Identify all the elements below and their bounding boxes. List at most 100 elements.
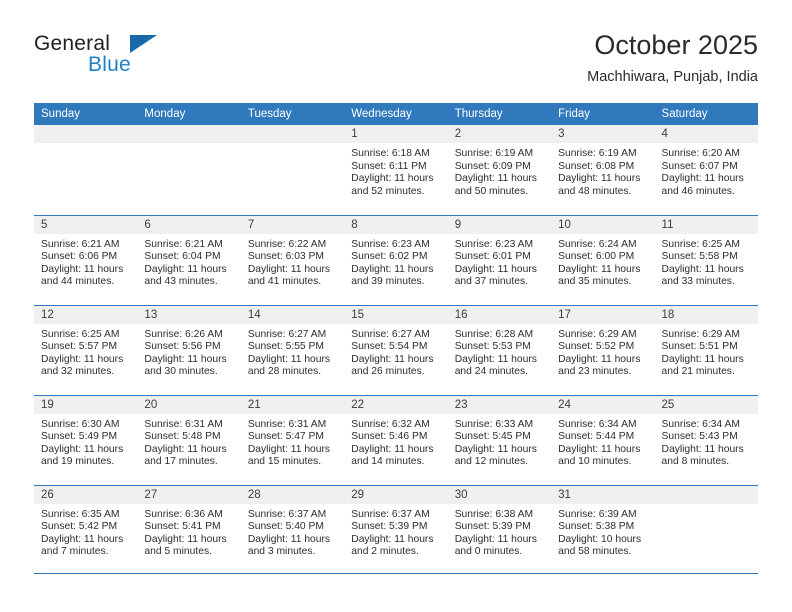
day-details: Sunrise: 6:22 AM Sunset: 6:03 PM Daylight:… [241,234,344,289]
day-cell [240,125,345,214]
day-number: 25 [654,395,758,414]
calendar-cell-day[interactable]: 11 Sunrise: 6:25 AM Sunset: 5:58 PM Dayligh… [654,214,758,305]
calendar-cell-day[interactable]: 6 Sunrise: 6:21 AM Sunset: 6:04 PM Daylight… [137,214,241,305]
daylight-text-line1: Daylight: 11 hours [247,263,331,275]
triangle-icon [130,35,157,53]
calendar-cell-day[interactable]: 17 Sunrise: 6:29 AM Sunset: 5:52 PM Dayligh… [551,304,655,395]
day-details: Sunrise: 6:29 AM Sunset: 5:51 PM Daylight:… [655,324,758,379]
day-details: Sunrise: 6:31 AM Sunset: 5:48 PM Daylight:… [137,414,240,469]
weekday-header-thursday: Thursday [447,103,552,125]
day-cell: 7 Sunrise: 6:22 AM Sunset: 6:03 PM Daylight… [240,215,345,305]
sunset-text: Sunset: 6:09 PM [454,160,531,172]
day-cell: 29 Sunrise: 6:37 AM Sunset: 5:39 PM Dayligh… [344,485,448,575]
calendar-cell-day[interactable]: 29 Sunrise: 6:37 AM Sunset: 5:39 PM Dayligh… [344,484,448,575]
sunrise-text: Sunrise: 6:25 AM [41,328,120,340]
daylight-text-line1: Daylight: 11 hours [558,263,641,275]
day-cell: 17 Sunrise: 6:29 AM Sunset: 5:52 PM Dayligh… [551,305,655,395]
daylight-text-line1: Daylight: 11 hours [247,353,331,365]
page-title: October 2025 [594,30,758,60]
daylight-text-line1: Daylight: 11 hours [351,173,434,185]
calendar-cell-day[interactable]: 8 Sunrise: 6:23 AM Sunset: 6:02 PM Daylight… [344,214,448,305]
sunrise-text: Sunrise: 6:23 AM [454,238,534,250]
day-number: 20 [137,395,241,414]
day-number: 2 [447,125,552,143]
day-details: Sunrise: 6:24 AM Sunset: 6:00 PM Daylight:… [551,234,654,289]
day-cell [654,485,758,575]
calendar-cell-day[interactable]: 21 Sunrise: 6:31 AM Sunset: 5:47 PM Dayligh… [240,394,345,485]
calendar-cell-day[interactable]: 12 Sunrise: 6:25 AM Sunset: 5:57 PM Dayligh… [34,304,138,395]
calendar-cell-day[interactable]: 7 Sunrise: 6:22 AM Sunset: 6:03 PM Daylight… [240,214,345,305]
brand-logo[interactable]: General Blue [34,32,234,84]
daylight-text-line2: and 14 minutes. [351,456,425,468]
sunrise-text: Sunrise: 6:24 AM [558,238,637,250]
daylight-text-line2: and 17 minutes. [144,456,218,468]
calendar-cell-day[interactable]: 28 Sunrise: 6:37 AM Sunset: 5:40 PM Dayligh… [240,484,345,575]
sunrise-text: Sunrise: 6:20 AM [661,148,740,159]
day-number: 24 [551,395,655,414]
day-cell: 3 Sunrise: 6:19 AM Sunset: 6:08 PM Daylight… [551,125,655,214]
sunrise-text: Sunrise: 6:34 AM [661,418,740,430]
daylight-text-line1: Daylight: 11 hours [454,173,537,185]
day-details: Sunrise: 6:25 AM Sunset: 5:57 PM Daylight:… [34,324,137,379]
sunrise-text: Sunrise: 6:27 AM [351,328,430,340]
calendar-cell-day[interactable]: 20 Sunrise: 6:31 AM Sunset: 5:48 PM Dayligh… [137,394,241,485]
calendar-cell-day[interactable]: 26 Sunrise: 6:35 AM Sunset: 5:42 PM Dayligh… [34,484,138,575]
calendar-cell-day[interactable]: 13 Sunrise: 6:26 AM Sunset: 5:56 PM Dayligh… [137,304,241,395]
daylight-text-line2: and 5 minutes. [144,546,212,558]
sunrise-text: Sunrise: 6:38 AM [454,508,534,520]
day-number: 28 [240,485,345,504]
day-cell: 26 Sunrise: 6:35 AM Sunset: 5:42 PM Dayligh… [34,485,138,575]
day-number: 15 [344,305,448,324]
calendar-cell-day[interactable]: 10 Sunrise: 6:24 AM Sunset: 6:00 PM Dayligh… [551,214,655,305]
calendar-page: General Blue October 2025 Machhiwara, Pu… [0,0,792,612]
calendar-cell-day[interactable]: 31 Sunrise: 6:39 AM Sunset: 5:38 PM Dayligh… [551,484,655,575]
day-number: 26 [34,485,138,504]
calendar-week-row: 5 Sunrise: 6:21 AM Sunset: 6:06 PM Daylight… [34,214,758,305]
calendar-cell-day[interactable]: 18 Sunrise: 6:29 AM Sunset: 5:51 PM Dayligh… [654,304,758,395]
calendar-cell-day[interactable]: 5 Sunrise: 6:21 AM Sunset: 6:06 PM Daylight… [34,214,138,305]
calendar-week-row: 1 Sunrise: 6:18 AM Sunset: 6:11 PM Daylight… [34,125,758,215]
day-number: 16 [447,305,552,324]
day-details: Sunrise: 6:28 AM Sunset: 5:53 PM Daylight:… [448,324,551,379]
calendar-cell-day[interactable]: 1 Sunrise: 6:18 AM Sunset: 6:11 PM Daylight… [344,125,448,215]
daylight-text-line2: and 44 minutes. [41,276,115,288]
calendar-cell-day[interactable]: 23 Sunrise: 6:33 AM Sunset: 5:45 PM Dayligh… [447,394,552,485]
daylight-text-line2: and 0 minutes. [454,546,523,558]
day-cell: 22 Sunrise: 6:32 AM Sunset: 5:46 PM Dayligh… [344,395,448,485]
daylight-text-line1: Daylight: 11 hours [351,533,434,545]
calendar-cell-day[interactable]: 15 Sunrise: 6:27 AM Sunset: 5:54 PM Dayligh… [344,304,448,395]
daylight-text-line2: and 15 minutes. [247,456,322,468]
calendar-cell-day[interactable]: 9 Sunrise: 6:23 AM Sunset: 6:01 PM Daylight… [447,214,552,305]
daylight-text-line1: Daylight: 11 hours [351,443,434,455]
day-details: Sunrise: 6:19 AM Sunset: 6:08 PM Daylight:… [551,143,654,198]
calendar-cell-day[interactable]: 4 Sunrise: 6:20 AM Sunset: 6:07 PM Daylight… [654,125,758,215]
calendar-cell-day[interactable]: 14 Sunrise: 6:27 AM Sunset: 5:55 PM Dayligh… [240,304,345,395]
calendar-cell-day[interactable]: 19 Sunrise: 6:30 AM Sunset: 5:49 PM Dayligh… [34,394,138,485]
calendar-cell-day[interactable]: 30 Sunrise: 6:38 AM Sunset: 5:39 PM Dayligh… [447,484,552,575]
calendar-cell-empty [240,125,345,215]
calendar-cell-day[interactable]: 24 Sunrise: 6:34 AM Sunset: 5:44 PM Dayligh… [551,394,655,485]
sunrise-text: Sunrise: 6:36 AM [144,508,223,520]
day-cell: 16 Sunrise: 6:28 AM Sunset: 5:53 PM Dayligh… [447,305,552,395]
table-bottom-rule [34,573,758,574]
day-cell: 30 Sunrise: 6:38 AM Sunset: 5:39 PM Dayligh… [447,485,552,575]
day-cell: 10 Sunrise: 6:24 AM Sunset: 6:00 PM Dayligh… [551,215,655,305]
calendar-cell-day[interactable]: 22 Sunrise: 6:32 AM Sunset: 5:46 PM Dayligh… [344,394,448,485]
daylight-text-line1: Daylight: 11 hours [454,263,537,275]
calendar-cell-empty [34,125,138,215]
sunset-text: Sunset: 5:45 PM [454,431,531,443]
day-details: Sunrise: 6:23 AM Sunset: 6:02 PM Daylight:… [344,234,447,289]
calendar-cell-day[interactable]: 2 Sunrise: 6:19 AM Sunset: 6:09 PM Daylight… [447,125,552,215]
day-cell [137,125,241,214]
sunrise-text: Sunrise: 6:28 AM [454,328,534,340]
sunset-text: Sunset: 5:51 PM [661,341,738,353]
daylight-text-line2: and 37 minutes. [454,276,528,288]
calendar-cell-day[interactable]: 25 Sunrise: 6:34 AM Sunset: 5:43 PM Dayligh… [654,394,758,485]
day-cell: 9 Sunrise: 6:23 AM Sunset: 6:01 PM Daylight… [447,215,552,305]
calendar-cell-day[interactable]: 27 Sunrise: 6:36 AM Sunset: 5:41 PM Dayligh… [137,484,241,575]
sunset-text: Sunset: 6:08 PM [558,160,635,172]
calendar-cell-day[interactable]: 16 Sunrise: 6:28 AM Sunset: 5:53 PM Dayligh… [447,304,552,395]
daylight-text-line1: Daylight: 11 hours [41,263,124,275]
calendar-cell-day[interactable]: 3 Sunrise: 6:19 AM Sunset: 6:08 PM Daylight… [551,125,655,215]
weekday-header-tuesday: Tuesday [240,103,345,125]
